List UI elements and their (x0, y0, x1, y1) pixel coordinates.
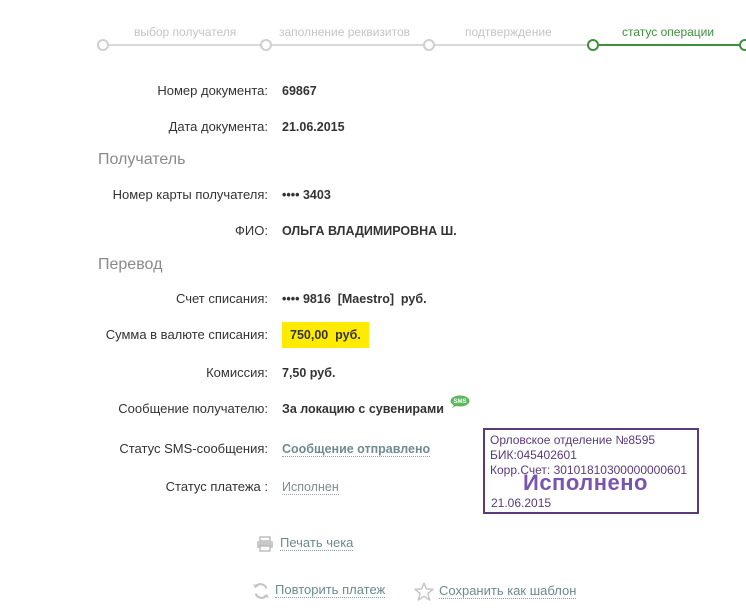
document-number-value: 69867 (282, 84, 317, 98)
progress-line (102, 44, 590, 46)
sms-status-label: Статус SMS-сообщения: (119, 441, 268, 456)
message-row: Сообщение получателю: За локацию с сувен… (0, 395, 746, 420)
save-template-label: Сохранить как шаблон (439, 582, 577, 599)
recipient-section-title: Получатель (98, 151, 186, 168)
amount-label: Сумма в валюте списания: (105, 327, 268, 342)
payment-status-link[interactable]: Исполнен (282, 480, 339, 495)
star-icon (414, 582, 434, 601)
card-number-value: •••• 3403 (282, 188, 331, 202)
message-value-wrap: За локацию с сувенирами SMS (282, 395, 470, 420)
print-receipt-button[interactable]: Печать чека (256, 535, 354, 552)
step-label-confirm: подтверждение (465, 25, 552, 39)
document-date-label: Дата документа: (168, 119, 268, 134)
recipient-name-label: ФИО: (235, 223, 268, 238)
document-number-row: Номер документа: 69867 (0, 80, 746, 102)
amount-value: 750,00 руб. (282, 322, 369, 348)
fee-label: Комиссия: (206, 365, 268, 380)
sms-status-value-wrap: Сообщение отправлено (282, 438, 431, 460)
debit-account-row: Счет списания: •••• 9816 [Maestro] руб. (0, 288, 746, 310)
stamp-date: 21.06.2015 (491, 496, 552, 510)
document-number-label: Номер документа: (157, 83, 268, 98)
save-template-button[interactable]: Сохранить как шаблон (414, 582, 577, 601)
transfer-section-title: Перевод (98, 256, 163, 273)
debit-account-label: Счет списания: (175, 291, 268, 306)
card-number-row: Номер карты получателя: •••• 3403 (0, 184, 746, 206)
recipient-name-value: ОЛЬГА ВЛАДИМИРОВНА Ш. (282, 224, 457, 238)
repeat-icon (253, 583, 269, 599)
bank-stamp: Орловское отделение №8595 БИК:045402601 … (483, 428, 699, 514)
message-value: За локацию с сувенирами (282, 402, 444, 416)
document-date-row: Дата документа: 21.06.2015 (0, 116, 746, 138)
progress-steps: выбор получателя заполнение реквизитов п… (0, 0, 746, 60)
sms-status-link[interactable]: Сообщение отправлено (282, 442, 431, 457)
printer-icon (257, 535, 273, 552)
stamp-status: Исполнено (523, 470, 648, 495)
sms-icon-text: SMS (454, 399, 467, 405)
step-dot-3 (423, 39, 435, 51)
progress-line-active (594, 44, 746, 46)
step-dot-4 (587, 39, 599, 51)
repeat-payment-label: Повторить платеж (275, 582, 386, 599)
amount-row: Сумма в валюте списания: 750,00 руб. (0, 322, 746, 348)
step-label-operation-status: статус операции (622, 25, 715, 39)
payment-status-label: Статус платежа : (165, 479, 268, 494)
step-label-select-recipient: выбор получателя (134, 25, 237, 39)
step-dot-1 (97, 39, 109, 51)
step-label-fill-details: заполнение реквизитов (279, 25, 411, 39)
recipient-name-row: ФИО: ОЛЬГА ВЛАДИМИРОВНА Ш. (0, 220, 746, 242)
debit-account-value: •••• 9816 [Maestro] руб. (282, 292, 427, 306)
step-dot-2 (260, 39, 272, 51)
fee-row: Комиссия: 7,50 руб. (0, 362, 746, 384)
stamp-branch: Орловское отделение №8595 (490, 433, 656, 447)
print-receipt-label: Печать чека (280, 535, 354, 551)
message-label: Сообщение получателю: (118, 401, 268, 416)
payment-status-value-wrap: Исполнен (282, 476, 339, 498)
fee-value: 7,50 руб. (282, 366, 336, 380)
card-number-label: Номер карты получателя: (112, 187, 268, 202)
repeat-payment-button[interactable]: Повторить платеж (252, 582, 386, 600)
stamp-bik: БИК:045402601 (490, 448, 577, 462)
step-dot-end (739, 39, 746, 51)
sms-icon: SMS (450, 395, 470, 408)
document-date-value: 21.06.2015 (282, 120, 345, 134)
